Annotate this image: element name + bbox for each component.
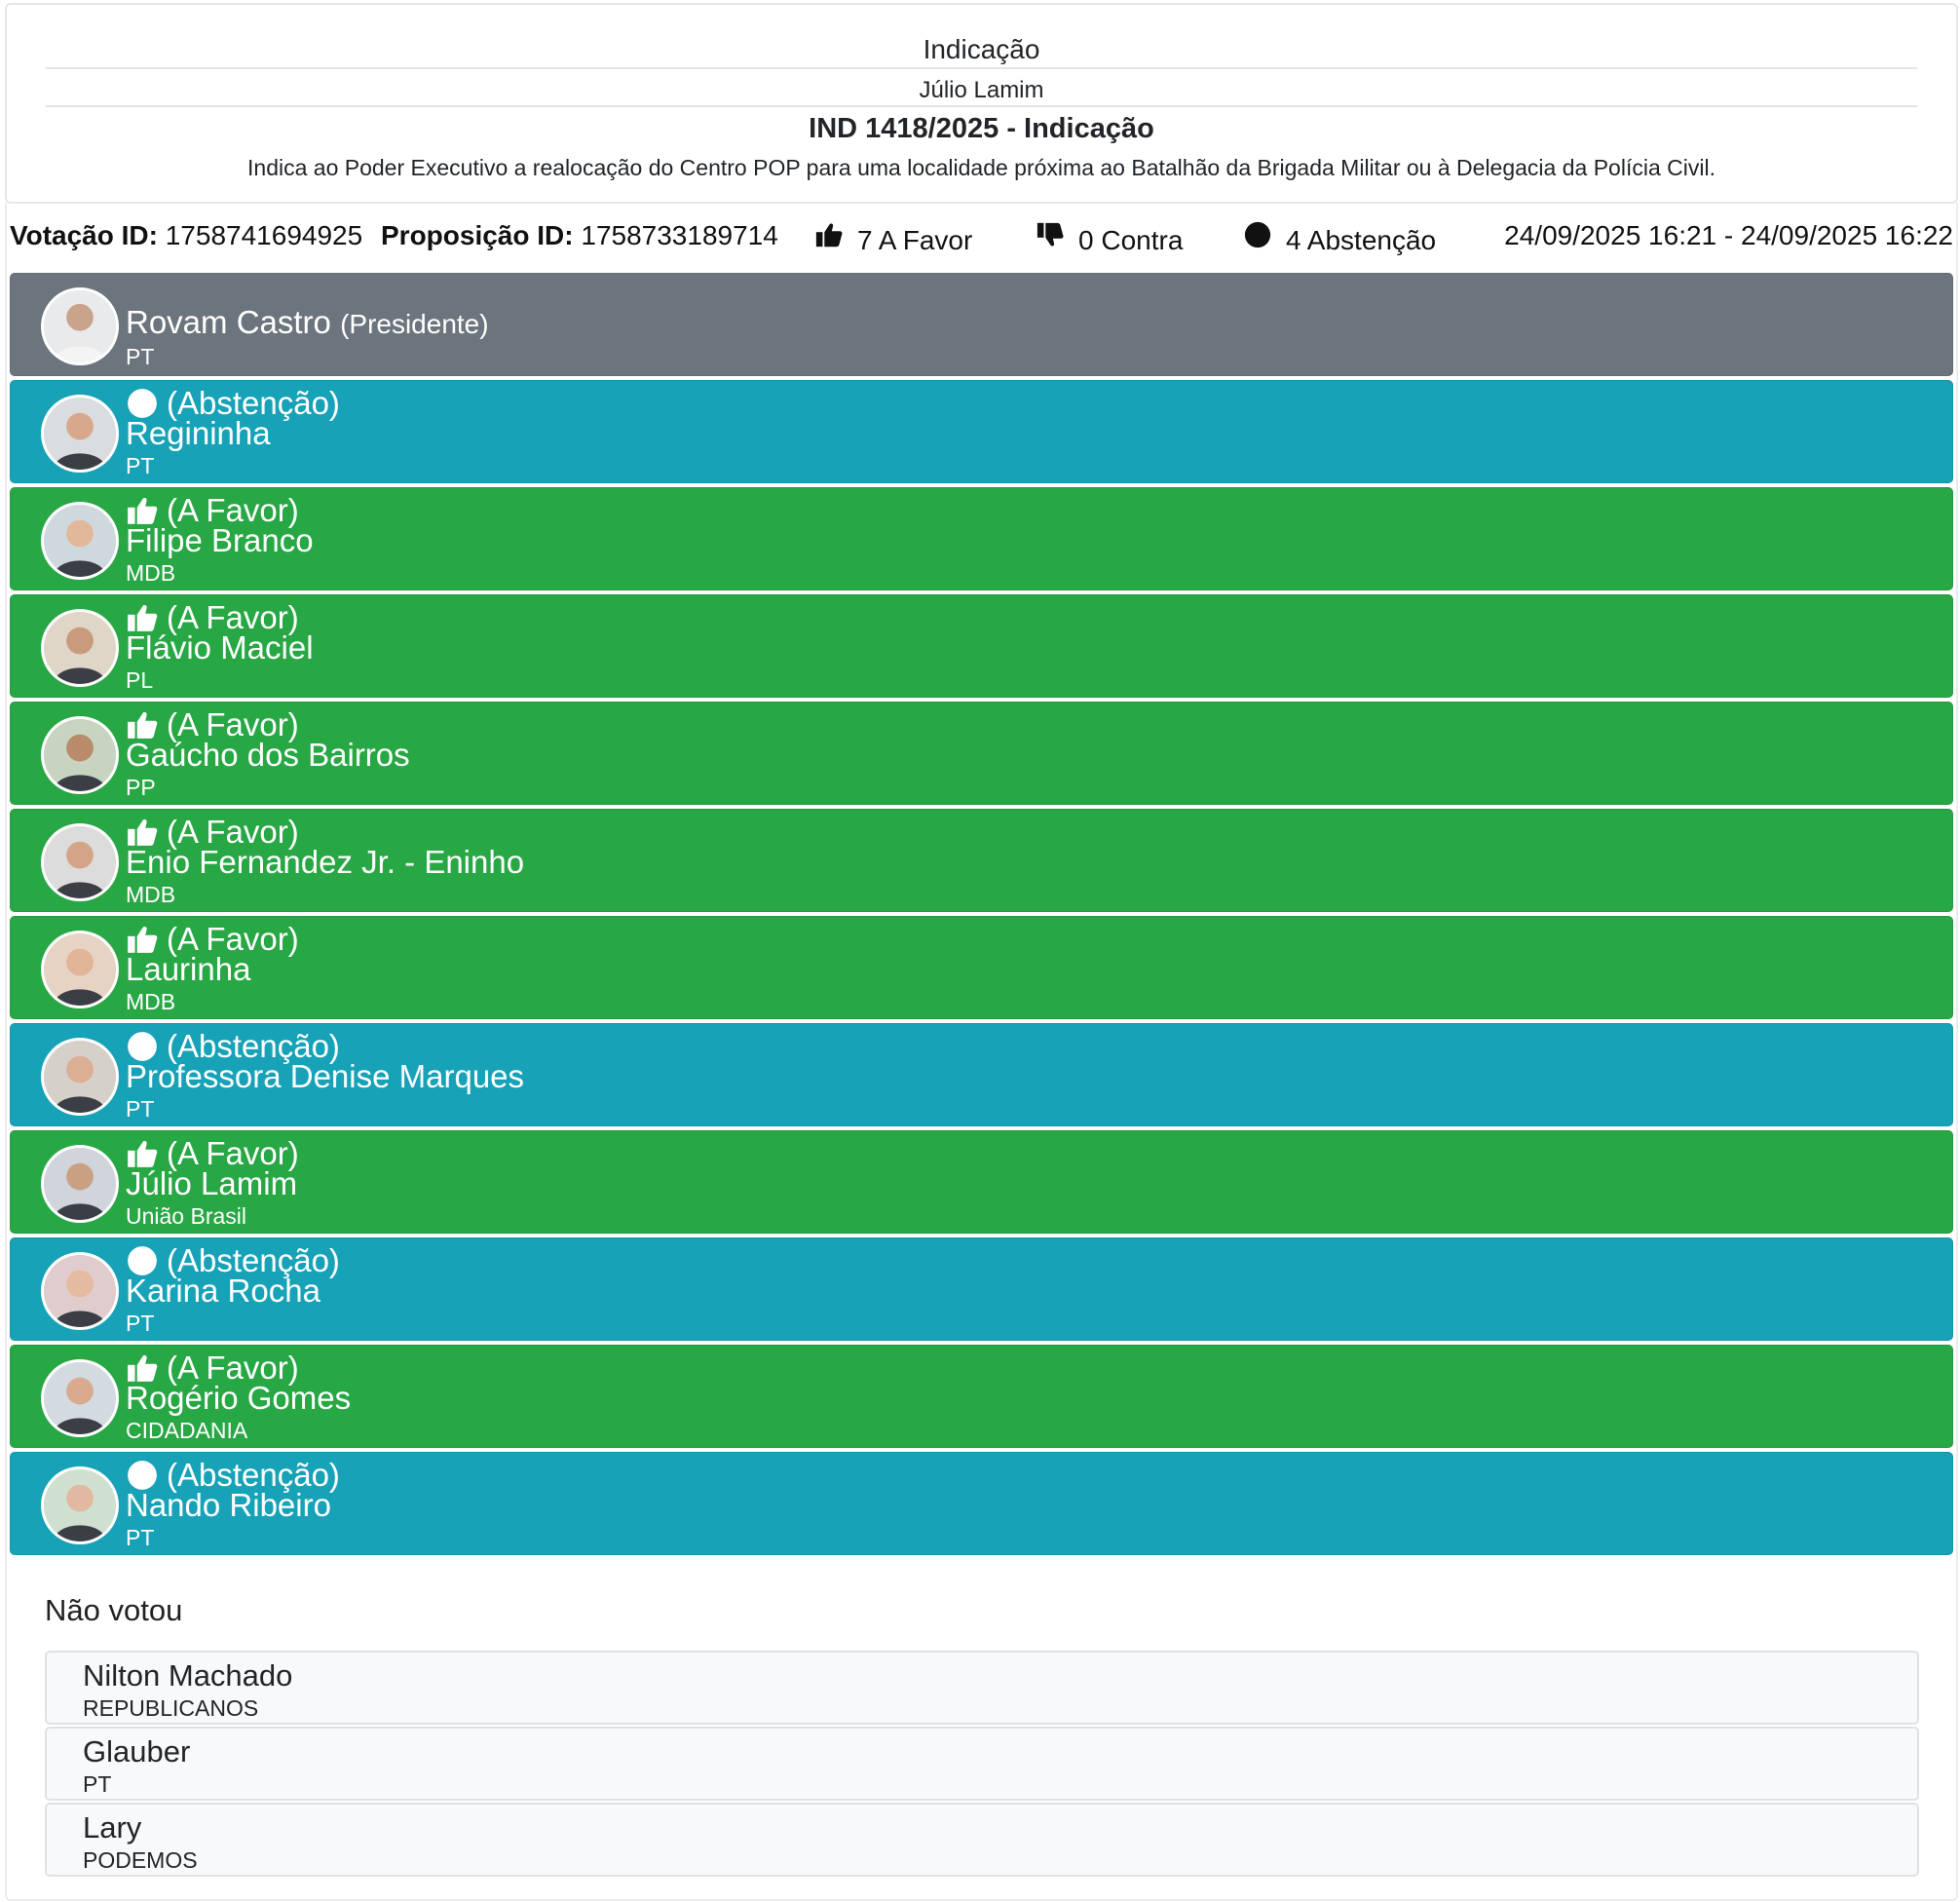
divider bbox=[46, 67, 1917, 69]
member-name: Júlio Lamim bbox=[126, 1165, 298, 1201]
vote-row: (Abstenção) Regininha PT bbox=[10, 380, 1953, 483]
member-name: Regininha bbox=[126, 415, 271, 451]
member-name: Laurinha bbox=[126, 951, 251, 987]
avatar bbox=[41, 1252, 119, 1330]
president-name: Rovam Castro (Presidente) bbox=[126, 305, 489, 342]
abstencao-count: 4 Abstenção bbox=[1243, 220, 1436, 260]
member-party: PT bbox=[126, 453, 155, 478]
contra-count-label: 0 Contra bbox=[1078, 224, 1184, 255]
member-name: Lary bbox=[83, 1810, 142, 1845]
vote-row: (A Favor) Gaúcho dos Bairros PP bbox=[10, 702, 1953, 805]
member-party: CIDADANIA bbox=[126, 1418, 248, 1443]
avatar bbox=[41, 1466, 119, 1544]
proposicao-id-label: Proposição ID: bbox=[381, 220, 574, 250]
voting-result-page: Indicação Júlio Lamim IND 1418/2025 - In… bbox=[0, 0, 1960, 1902]
member-name: Glauber bbox=[83, 1734, 191, 1769]
member-party: PP bbox=[126, 775, 156, 800]
avatar bbox=[41, 1145, 119, 1223]
vote-list: Rovam Castro (Presidente) PT (Abstenção)… bbox=[10, 273, 1953, 1559]
proposition-type: Indicação bbox=[923, 34, 1040, 64]
avatar bbox=[41, 931, 119, 1008]
member-name: Flávio Maciel bbox=[126, 629, 314, 666]
avatar bbox=[41, 716, 119, 794]
avatar bbox=[41, 395, 119, 473]
member-party: MDB bbox=[126, 882, 176, 907]
vote-row: (A Favor) Flávio Maciel PL bbox=[10, 594, 1953, 698]
vote-row: (A Favor) Júlio Lamim União Brasil bbox=[10, 1130, 1953, 1234]
favor-count: 7 A Favor bbox=[814, 220, 972, 260]
voting-period: 24/09/2025 16:21 - 24/09/2025 16:22 bbox=[1504, 220, 1953, 250]
member-name: Nando Ribeiro bbox=[126, 1487, 331, 1523]
president-name-text: Rovam Castro bbox=[126, 304, 331, 340]
favor-count-label: 7 A Favor bbox=[857, 224, 973, 255]
member-party: MDB bbox=[126, 560, 176, 586]
vote-row: (Abstenção) Karina Rocha PT bbox=[10, 1237, 1953, 1341]
divider bbox=[46, 105, 1917, 107]
member-name: Rogério Gomes bbox=[126, 1380, 352, 1416]
proposicao-id-value: 1758733189714 bbox=[581, 220, 778, 250]
member-party: PT bbox=[126, 1096, 155, 1122]
member-party: REPUBLICANOS bbox=[83, 1695, 259, 1721]
not-voted-list: Nilton Machado REPUBLICANOS Glauber PT Lary P… bbox=[45, 1651, 1919, 1879]
vote-row: (A Favor) Laurinha MDB bbox=[10, 916, 1953, 1019]
abstencao-count-label: 4 Abstenção bbox=[1286, 224, 1437, 255]
member-party: União Brasil bbox=[126, 1203, 246, 1229]
vote-summary: Votação ID: 1758741694925 Proposição ID:… bbox=[10, 216, 1953, 263]
not-voted-item: Lary PODEMOS bbox=[45, 1803, 1919, 1877]
thumbs-down-icon bbox=[1036, 220, 1065, 260]
proposition-header: Indicação Júlio Lamim IND 1418/2025 - In… bbox=[5, 3, 1958, 204]
vote-row: (A Favor) Filipe Branco MDB bbox=[10, 487, 1953, 590]
member-party: PT bbox=[126, 1525, 155, 1550]
member-name: Enio Fernandez Jr. - Eninho bbox=[126, 844, 525, 880]
not-voted-title: Não votou bbox=[45, 1593, 183, 1627]
thumbs-up-icon bbox=[814, 220, 844, 260]
proposition-author: Júlio Lamim bbox=[919, 77, 1044, 103]
member-party: MDB bbox=[126, 989, 176, 1014]
contra-count: 0 Contra bbox=[1036, 220, 1183, 260]
avatar bbox=[41, 287, 119, 365]
member-name: Professora Denise Marques bbox=[126, 1058, 525, 1094]
vote-row: (Abstenção) Professora Denise Marques PT bbox=[10, 1023, 1953, 1126]
member-party: PT bbox=[126, 1311, 155, 1336]
vote-row: (A Favor) Enio Fernandez Jr. - Eninho MDB bbox=[10, 809, 1953, 912]
circle-icon bbox=[1243, 220, 1272, 260]
avatar bbox=[41, 1038, 119, 1116]
proposition-title: IND 1418/2025 - Indicação bbox=[809, 113, 1154, 144]
president-role: (Presidente) bbox=[340, 309, 489, 339]
member-party: PT bbox=[83, 1771, 112, 1797]
member-name: Gaúcho dos Bairros bbox=[126, 737, 410, 773]
member-party: PODEMOS bbox=[83, 1847, 198, 1873]
president-row: Rovam Castro (Presidente) PT bbox=[10, 273, 1953, 376]
votacao-id: Votação ID: 1758741694925 bbox=[10, 216, 362, 255]
vote-row: (A Favor) Rogério Gomes CIDADANIA bbox=[10, 1345, 1953, 1448]
proposicao-id: Proposição ID: 1758733189714 bbox=[381, 216, 778, 255]
president-party: PT bbox=[126, 344, 155, 369]
member-name: Karina Rocha bbox=[126, 1273, 320, 1309]
votacao-id-label: Votação ID: bbox=[10, 220, 158, 250]
avatar bbox=[41, 823, 119, 901]
not-voted-item: Nilton Machado REPUBLICANOS bbox=[45, 1651, 1919, 1725]
member-party: PL bbox=[126, 667, 154, 693]
votacao-id-value: 1758741694925 bbox=[165, 220, 363, 250]
not-voted-item: Glauber PT bbox=[45, 1727, 1919, 1801]
avatar bbox=[41, 609, 119, 687]
avatar bbox=[41, 1359, 119, 1437]
member-name: Filipe Branco bbox=[126, 522, 314, 558]
avatar bbox=[41, 502, 119, 580]
proposition-description: Indica ao Poder Executivo a realocação d… bbox=[247, 155, 1715, 180]
member-name: Nilton Machado bbox=[83, 1658, 293, 1693]
vote-row: (Abstenção) Nando Ribeiro PT bbox=[10, 1452, 1953, 1555]
